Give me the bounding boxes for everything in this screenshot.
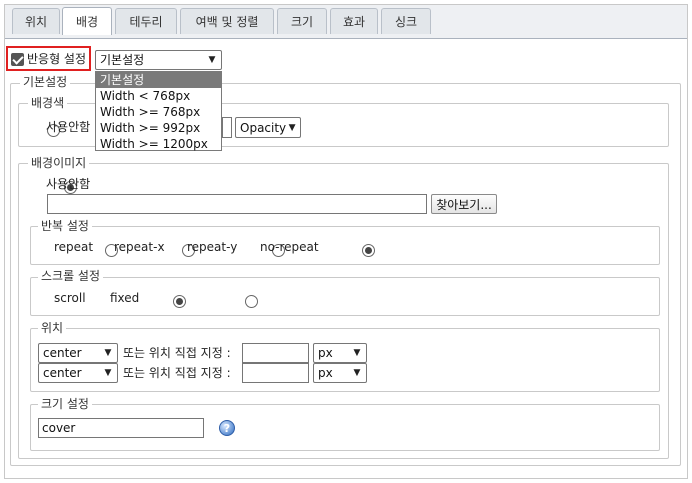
tab-margin-align[interactable]: 여백 및 정렬: [180, 8, 274, 34]
dropdown-option[interactable]: 기본설정: [96, 72, 221, 88]
bg-color-legend: 배경색: [28, 96, 68, 110]
bg-image-legend: 배경이미지: [28, 156, 90, 170]
repeat-x-label: repeat-x: [114, 240, 165, 254]
position-y-value: center: [43, 366, 82, 380]
scroll-radio[interactable]: [172, 295, 186, 308]
position-y-direct-label: 또는 위치 직접 지정 :: [123, 366, 231, 380]
position-x-direct-label: 또는 위치 직접 지정 :: [123, 346, 231, 360]
browse-button[interactable]: 찾아보기...: [431, 194, 497, 214]
tab-effect[interactable]: 효과: [330, 8, 378, 34]
chevron-down-icon: ▼: [353, 368, 361, 378]
chevron-down-icon: ▼: [104, 348, 112, 358]
opacity-select-value: Opacity: [240, 120, 287, 135]
position-x-value: center: [43, 346, 82, 360]
bg-color-none-label: 사용안함: [46, 120, 91, 134]
chevron-down-icon: ▼: [104, 368, 112, 378]
scroll-legend: 스크롤 설정: [38, 269, 104, 283]
tab-border[interactable]: 테두리: [115, 8, 177, 34]
bg-image-path-input[interactable]: [47, 194, 427, 214]
tab-position[interactable]: 위치: [12, 8, 60, 34]
bg-color-value-input[interactable]: [222, 117, 232, 138]
dropdown-option[interactable]: Width < 768px: [96, 88, 221, 104]
responsive-highlight: [6, 46, 91, 71]
position-y-select[interactable]: center ▼: [38, 363, 118, 383]
responsive-select-value: 기본설정: [100, 53, 145, 67]
position-x-select[interactable]: center ▼: [38, 343, 118, 363]
dropdown-option[interactable]: Width >= 768px: [96, 104, 221, 120]
bg-size-input[interactable]: cover: [38, 418, 204, 438]
help-icon[interactable]: ?: [219, 420, 235, 436]
no-repeat-label: no-repeat: [260, 240, 319, 254]
position-legend: 위치: [38, 321, 67, 335]
dropdown-option[interactable]: Width >= 1200px: [96, 136, 221, 152]
position-y-unit-value: px: [318, 366, 333, 380]
tab-size[interactable]: 크기: [277, 8, 327, 34]
responsive-dropdown-list: 기본설정 Width < 768px Width >= 768px Width …: [95, 71, 222, 151]
position-y-unit-select[interactable]: px ▼: [313, 363, 367, 383]
basic-settings-legend: 기본설정: [20, 75, 71, 89]
position-x-unit-select[interactable]: px ▼: [313, 343, 367, 363]
position-y-input[interactable]: [242, 363, 309, 383]
position-x-unit-value: px: [318, 346, 333, 360]
fixed-label: fixed: [110, 291, 140, 305]
size-legend: 크기 설정: [38, 397, 92, 411]
position-x-input[interactable]: [242, 343, 309, 363]
tab-background[interactable]: 배경: [62, 7, 112, 35]
dropdown-option[interactable]: Width >= 992px: [96, 120, 221, 136]
chevron-down-icon: ▼: [208, 55, 216, 65]
repeat-y-label: repeat-y: [187, 240, 238, 254]
no-repeat-radio[interactable]: [361, 244, 375, 257]
tab-sync[interactable]: 싱크: [381, 8, 431, 34]
repeat-legend: 반복 설정: [38, 219, 92, 233]
repeat-label: repeat: [54, 240, 94, 254]
responsive-select[interactable]: 기본설정 ▼: [95, 50, 222, 70]
opacity-select[interactable]: Opacity ▼: [235, 117, 301, 138]
chevron-down-icon: ▼: [288, 122, 296, 133]
chevron-down-icon: ▼: [353, 348, 361, 358]
bg-image-none-label: 사용안함: [46, 177, 91, 191]
scroll-label: scroll: [54, 291, 86, 305]
